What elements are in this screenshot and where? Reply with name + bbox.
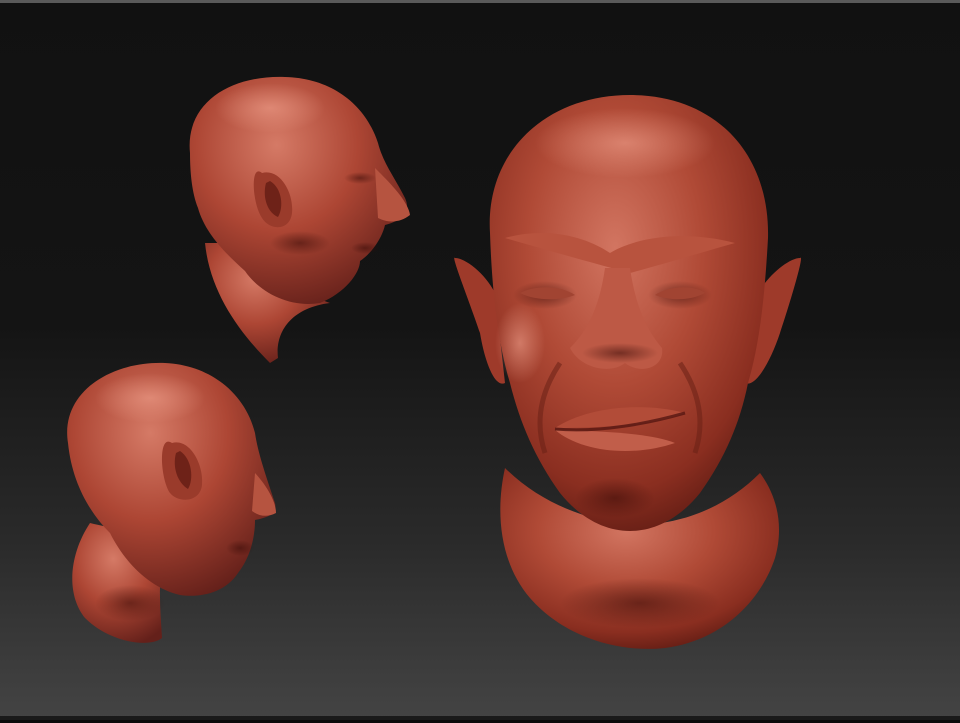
side-view-top xyxy=(189,76,410,363)
sculpt-viewport[interactable] xyxy=(0,0,960,720)
clay-render xyxy=(67,76,801,649)
side-view-bottom xyxy=(67,362,276,643)
front-view xyxy=(454,95,801,649)
viewport-bottom-edge xyxy=(0,716,960,720)
